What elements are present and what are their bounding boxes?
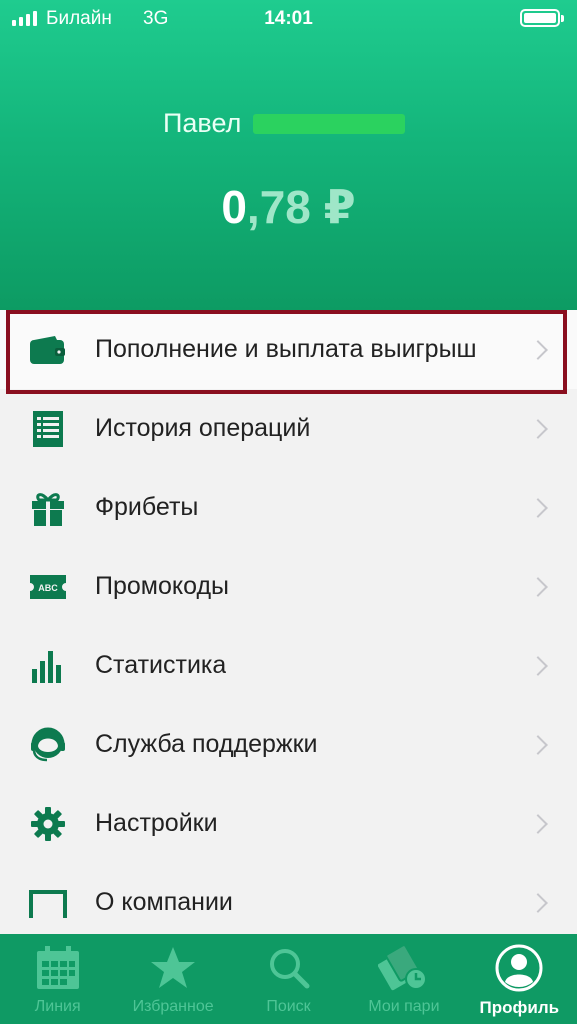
gear-icon: [28, 804, 68, 844]
tab-bar: Линия Избранное Поиск Мои пари Профиль: [0, 934, 577, 1024]
receipt-icon: [28, 409, 68, 449]
tab-line[interactable]: Линия: [0, 934, 115, 1024]
profile-header: Билайн 3G 14:01 Павел 0,78 ₽: [0, 0, 577, 310]
balance-integer: 0: [221, 181, 247, 233]
user-name: Павел: [163, 108, 406, 139]
menu-item-label: О компании: [95, 888, 233, 916]
menu-item-label: Фрибеты: [95, 493, 199, 521]
balance: 0,78 ₽: [0, 180, 577, 234]
menu-item-label: Статистика: [95, 651, 227, 679]
tab-label: Линия: [34, 998, 81, 1015]
menu-item-promocodes[interactable]: ABC Промокоды: [0, 547, 577, 626]
search-icon: [268, 944, 310, 992]
tab-search[interactable]: Поиск: [231, 934, 346, 1024]
menu-item-statistics[interactable]: Статистика: [0, 626, 577, 705]
balance-fraction: ,78 ₽: [246, 181, 356, 233]
status-time: 14:01: [264, 8, 313, 29]
menu-item-label: Промокоды: [95, 572, 229, 600]
chevron-right-icon: [528, 655, 548, 676]
menu-item-label: Настройки: [95, 809, 218, 837]
tab-label: Мои пари: [368, 998, 440, 1015]
menu-item-history[interactable]: История операций: [0, 389, 577, 468]
tab-profile[interactable]: Профиль: [462, 934, 577, 1024]
menu-item-deposit-withdraw[interactable]: Пополнение и выплата выигрыш: [0, 310, 577, 389]
tab-favorites[interactable]: Избранное: [115, 934, 230, 1024]
company-icon: [28, 883, 68, 923]
battery-icon: [520, 9, 564, 27]
tab-my-bets[interactable]: Мои пари: [346, 934, 461, 1024]
screen: Билайн 3G 14:01 Павел 0,78 ₽ Пополнение …: [0, 0, 577, 1024]
chevron-right-icon: [528, 339, 548, 360]
ticket-abc-text: ABC: [38, 583, 58, 593]
status-bar: Билайн 3G 14:01: [0, 0, 577, 40]
calendar-icon: [35, 944, 81, 992]
support-headset-icon: [28, 725, 68, 765]
chevron-right-icon: [528, 734, 548, 755]
tab-label: Избранное: [132, 998, 214, 1015]
name-redaction: [253, 113, 406, 134]
gift-icon: [28, 488, 68, 528]
chevron-right-icon: [528, 892, 548, 913]
chevron-right-icon: [528, 813, 548, 834]
star-icon: [150, 944, 196, 992]
menu-item-support[interactable]: Служба поддержки: [0, 705, 577, 784]
profile-menu: Пополнение и выплата выигрыш История опе…: [0, 310, 577, 942]
chevron-right-icon: [528, 418, 548, 439]
ticket-abc-icon: ABC: [28, 567, 68, 607]
menu-item-label: Пополнение и выплата выигрыш: [95, 335, 477, 363]
menu-item-label: История операций: [95, 414, 311, 442]
menu-item-freebets[interactable]: Фрибеты: [0, 468, 577, 547]
menu-item-label: Служба поддержки: [95, 730, 318, 758]
chevron-right-icon: [528, 576, 548, 597]
bets-icon: [377, 944, 430, 992]
user-first-name: Павел: [163, 108, 242, 138]
bar-chart-icon: [28, 646, 68, 686]
menu-item-settings[interactable]: Настройки: [0, 784, 577, 863]
wallet-icon: [28, 330, 68, 370]
tab-label: Профиль: [479, 998, 560, 1017]
chevron-right-icon: [528, 497, 548, 518]
profile-icon: [495, 944, 543, 992]
tab-label: Поиск: [266, 998, 311, 1015]
menu-item-about[interactable]: О компании: [0, 863, 577, 942]
